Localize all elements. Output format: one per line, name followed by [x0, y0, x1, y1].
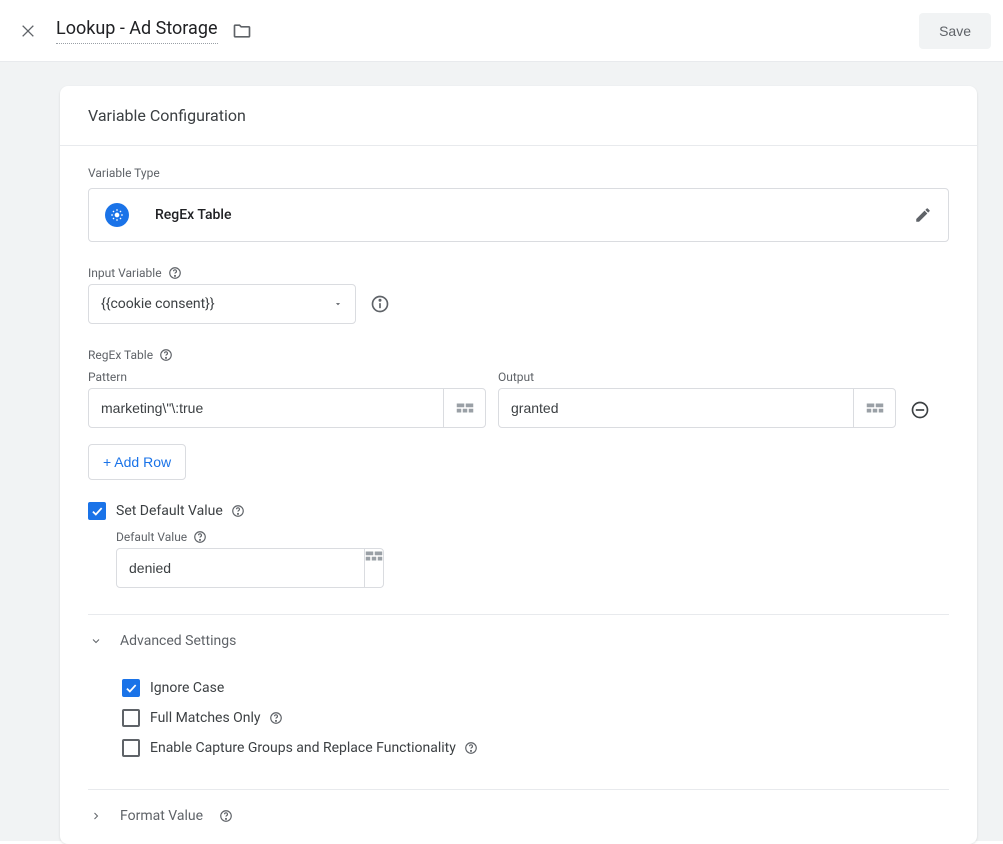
format-value-label: Format Value — [120, 808, 203, 824]
folder-icon — [232, 21, 252, 41]
variable-config-card: Variable Configuration Variable Type Reg… — [60, 86, 977, 844]
variable-insert-button[interactable] — [443, 389, 485, 427]
full-matches-label: Full Matches Only — [150, 710, 261, 726]
default-value-input[interactable] — [117, 549, 364, 587]
variable-type-name: RegEx Table — [155, 207, 231, 223]
dialog-body: Variable Configuration Variable Type Reg… — [0, 62, 1003, 841]
capture-groups-checkbox[interactable] — [122, 739, 140, 757]
set-default-label: Set Default Value — [116, 503, 223, 519]
variable-type-selector[interactable]: RegEx Table — [88, 188, 949, 242]
regex-table-icon — [105, 203, 129, 227]
pattern-input[interactable] — [89, 389, 443, 427]
variable-insert-button[interactable] — [853, 389, 895, 427]
chevron-right-icon — [88, 810, 104, 822]
input-variable-label: Input Variable — [88, 266, 949, 280]
advanced-settings-toggle[interactable]: Advanced Settings — [88, 615, 949, 667]
close-button[interactable] — [12, 15, 44, 47]
remove-row-button[interactable] — [908, 400, 932, 428]
help-icon[interactable] — [269, 711, 283, 725]
output-input[interactable] — [499, 389, 853, 427]
ignore-case-checkbox[interactable] — [122, 679, 140, 697]
brick-icon — [365, 549, 383, 563]
regex-table-label: RegEx Table — [88, 348, 949, 362]
advanced-settings-label: Advanced Settings — [120, 633, 236, 649]
check-icon — [90, 504, 104, 518]
folder-button[interactable] — [232, 21, 252, 41]
close-icon — [20, 23, 36, 39]
save-button[interactable]: Save — [919, 13, 991, 49]
brick-icon — [456, 401, 474, 415]
brick-icon — [866, 401, 884, 415]
ignore-case-label: Ignore Case — [150, 680, 224, 696]
capture-groups-label: Enable Capture Groups and Replace Functi… — [150, 740, 456, 756]
default-value-label: Default Value — [116, 530, 949, 544]
variable-type-label: Variable Type — [88, 166, 949, 180]
card-title: Variable Configuration — [60, 86, 977, 146]
pattern-header: Pattern — [88, 370, 486, 384]
help-icon[interactable] — [231, 504, 245, 518]
add-row-button[interactable]: + Add Row — [88, 444, 186, 480]
edit-icon — [914, 206, 932, 224]
help-icon[interactable] — [464, 741, 478, 755]
dialog-header: Lookup - Ad Storage Save — [0, 0, 1003, 62]
help-icon[interactable] — [159, 348, 173, 362]
help-icon[interactable] — [219, 809, 233, 823]
format-value-toggle[interactable]: Format Value — [88, 790, 949, 844]
help-icon[interactable] — [193, 530, 207, 544]
output-header: Output — [498, 370, 896, 384]
help-icon[interactable] — [168, 266, 182, 280]
regex-table-row: Pattern Output — [88, 370, 949, 428]
chevron-down-icon — [333, 299, 343, 309]
input-variable-dropdown[interactable]: {{cookie consent}} — [88, 284, 356, 324]
page-title[interactable]: Lookup - Ad Storage — [56, 18, 218, 44]
info-button[interactable] — [370, 294, 390, 314]
full-matches-checkbox[interactable] — [122, 709, 140, 727]
minus-circle-icon — [910, 400, 930, 420]
input-variable-value: {{cookie consent}} — [101, 296, 333, 312]
variable-insert-button[interactable] — [364, 549, 383, 587]
check-icon — [124, 681, 138, 695]
chevron-down-icon — [88, 635, 104, 647]
set-default-checkbox[interactable] — [88, 502, 106, 520]
